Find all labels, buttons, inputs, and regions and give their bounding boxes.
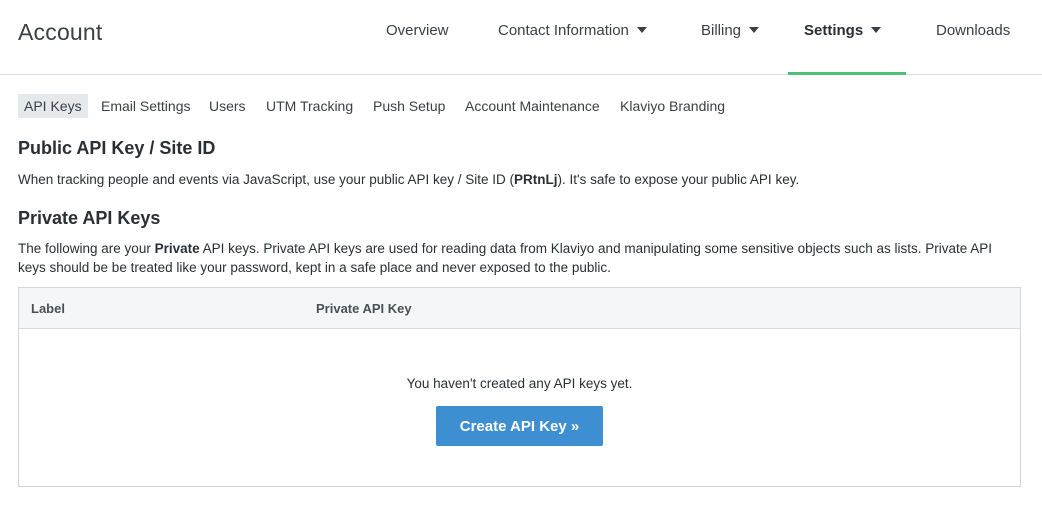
- top-header: Account Overview Contact Information Bil…: [0, 0, 1042, 75]
- private-api-keys-description: The following are your Private API keys.…: [18, 239, 1018, 277]
- column-header-private-api-key: Private API Key: [316, 301, 412, 316]
- nav-billing-label: Billing: [701, 22, 742, 39]
- public-api-key-description: When tracking people and events via Java…: [18, 170, 1018, 189]
- nav-downloads-label: Downloads: [936, 22, 1011, 39]
- chevron-down-icon: [871, 27, 882, 34]
- nav-settings-label: Settings: [804, 22, 864, 39]
- empty-state-message: You haven't created any API keys yet.: [406, 376, 633, 391]
- subnav-email-settings[interactable]: Email Settings: [101, 94, 190, 118]
- nav-overview-label: Overview: [386, 22, 449, 39]
- subnav-api-keys[interactable]: API Keys: [18, 94, 88, 118]
- public-text-before: When tracking people and events via Java…: [18, 172, 514, 187]
- chevron-down-icon: [749, 27, 760, 34]
- site-id-value: PRtnLj: [514, 172, 558, 187]
- subnav-utm-tracking[interactable]: UTM Tracking: [266, 94, 353, 118]
- subnav-push-setup[interactable]: Push Setup: [373, 94, 445, 118]
- column-header-label: Label: [31, 301, 65, 316]
- create-api-key-button[interactable]: Create API Key »: [436, 406, 603, 446]
- subnav-klaviyo-branding[interactable]: Klaviyo Branding: [620, 94, 725, 118]
- subnav-account-maintenance[interactable]: Account Maintenance: [465, 94, 600, 118]
- nav-billing[interactable]: Billing: [701, 22, 760, 39]
- active-tab-indicator: [788, 72, 906, 75]
- subnav-users[interactable]: Users: [209, 94, 246, 118]
- nav-downloads[interactable]: Downloads: [936, 22, 1010, 39]
- public-text-after: ). It's safe to expose your public API k…: [557, 172, 800, 187]
- nav-contact-information-label: Contact Information: [498, 22, 629, 39]
- nav-settings[interactable]: Settings: [804, 22, 882, 39]
- nav-overview[interactable]: Overview: [386, 22, 449, 39]
- private-api-keys-heading: Private API Keys: [18, 208, 161, 228]
- chevron-down-icon: [636, 27, 647, 34]
- private-emphasis: Private: [154, 241, 200, 256]
- table-header: Label Private API Key: [19, 288, 1020, 329]
- api-keys-table: Label Private API Key You haven't create…: [18, 287, 1021, 487]
- private-text-before: The following are your: [18, 241, 155, 256]
- main-nav: Overview Contact Information Billing Set…: [0, 0, 1042, 75]
- nav-contact-information[interactable]: Contact Information: [498, 22, 647, 39]
- public-api-key-heading: Public API Key / Site ID: [18, 138, 216, 158]
